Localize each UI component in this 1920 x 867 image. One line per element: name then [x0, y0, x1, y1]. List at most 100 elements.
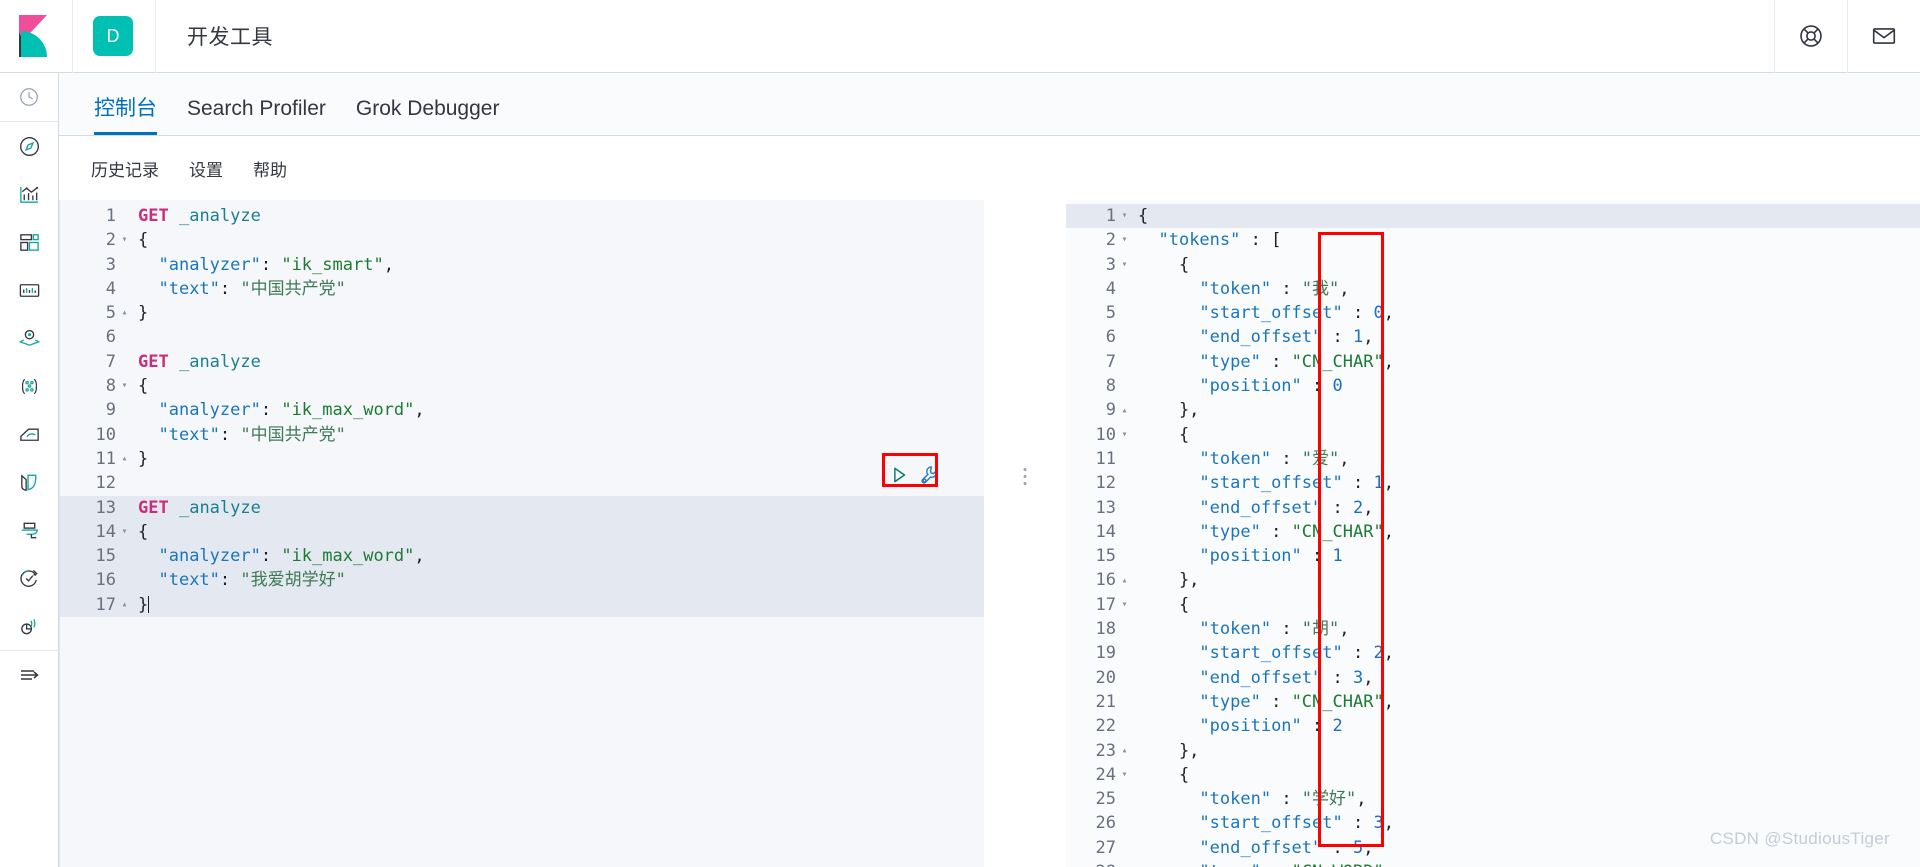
line-number: 15 — [95, 546, 116, 567]
code-line-text: "analyzer": "ik_smart", — [158, 254, 394, 275]
sidebar-item-discover[interactable] — [0, 122, 59, 170]
sidebar-item-uptime[interactable] — [0, 554, 59, 602]
tab-console[interactable]: 控制台 — [79, 98, 172, 135]
fold-toggle-icon[interactable]: ▾ — [120, 381, 129, 391]
envelope-icon — [1871, 23, 1897, 49]
submenu-settings[interactable]: 设置 — [179, 152, 233, 185]
code-line-text: "position" : 0 — [1199, 376, 1343, 397]
fold-toggle-icon[interactable]: ▾ — [120, 527, 129, 537]
sidebar-item-infrastructure[interactable] — [0, 410, 59, 458]
line-number: 21 — [1095, 691, 1116, 712]
request-code-lines[interactable]: 1 GET _analyze 2 ▾ {3 "analyzer": "ik_smart"… — [60, 200, 984, 618]
app-badge-container: D — [73, 0, 156, 73]
request-editor[interactable]: 1 GET _analyze 2 ▾ {3 "analyzer": "ik_smart"… — [59, 200, 984, 867]
fold-toggle-icon[interactable]: ▾ — [120, 235, 129, 245]
tab-search-profiler[interactable]: Search Profiler — [172, 98, 341, 135]
line-number: 17 ▾ — [1095, 594, 1129, 615]
request-line-row: 5 ▴} — [60, 301, 984, 325]
kibana-home-button[interactable] — [0, 0, 73, 73]
code-line-text: GET _analyze — [138, 206, 261, 226]
sidebar-item-dev-tools[interactable] — [0, 651, 59, 699]
fold-toggle-icon[interactable]: ▾ — [1120, 429, 1129, 440]
kibana-logo — [19, 15, 47, 57]
console-submenu: 历史记录 设置 帮助 — [59, 136, 1920, 200]
line-number: 3 — [105, 254, 116, 275]
line-number: 8 ▾ — [105, 376, 129, 397]
line-number: 25 — [1095, 789, 1116, 810]
submenu-help[interactable]: 帮助 — [243, 152, 297, 185]
fold-toggle-icon[interactable]: ▾ — [1120, 769, 1129, 780]
sidebar-item-logs[interactable] — [0, 458, 59, 506]
dev-tools-console-icon — [17, 663, 41, 687]
wrench-icon[interactable] — [919, 464, 941, 491]
help-button[interactable] — [1774, 0, 1847, 73]
code-line-text: { — [1138, 594, 1190, 615]
code-line-text: "start_offset" : 0, — [1199, 303, 1394, 324]
sidebar-item-maps[interactable] — [0, 314, 59, 362]
sidebar-item-machine-learning[interactable] — [0, 362, 59, 410]
line-number: 11 — [1095, 448, 1116, 469]
primary-nav-rail — [0, 73, 59, 867]
line-number: 14 — [1095, 521, 1116, 542]
code-line-text: "token" : "我", — [1199, 278, 1350, 299]
response-line-row: 14 "type" : "CN_CHAR", — [1066, 520, 1920, 544]
submenu-history[interactable]: 历史记录 — [81, 152, 169, 185]
code-line-text: "end_offset" : 2, — [1199, 497, 1374, 518]
fold-toggle-icon[interactable]: ▴ — [120, 454, 129, 464]
recently-viewed-clock-icon — [18, 86, 40, 108]
header-actions — [1774, 0, 1920, 73]
line-number: 11 ▴ — [95, 448, 129, 469]
mail-button[interactable] — [1847, 0, 1920, 73]
code-line-text: "text": "中国共产党" — [158, 424, 346, 445]
code-line-text: } — [138, 448, 149, 469]
response-line-row: 12 "start_offset" : 1, — [1066, 471, 1920, 495]
sidebar-item-apm[interactable] — [0, 506, 59, 554]
code-line-text: { — [1138, 764, 1190, 785]
fold-toggle-icon[interactable]: ▴ — [120, 308, 129, 318]
page-title: 开发工具 — [187, 26, 273, 49]
run-controls — [888, 464, 941, 491]
response-line-row: 20 "end_offset" : 3, — [1066, 666, 1920, 690]
code-line-text: }, — [1138, 400, 1200, 421]
fold-toggle-icon[interactable]: ▾ — [1120, 259, 1129, 270]
request-line-row: 13 GET _analyze — [60, 495, 984, 520]
resize-grip-icon[interactable] — [1023, 468, 1027, 485]
response-editor[interactable]: 1 ▾{2 ▾ "tokens" : [3 ▾ {4 "token" : "我", 5 … — [1066, 200, 1920, 867]
sidebar-item-visualize[interactable] — [0, 170, 59, 218]
code-line-text: { — [1138, 206, 1149, 226]
fold-toggle-icon[interactable]: ▴ — [1120, 575, 1129, 586]
pane-resize-divider[interactable] — [984, 200, 1066, 867]
sidebar-item-dashboard[interactable] — [0, 218, 59, 266]
code-line-text: "position" : 2 — [1199, 716, 1343, 737]
line-number: 23 ▴ — [1095, 740, 1129, 761]
response-line-row: 13 "end_offset" : 2, — [1066, 496, 1920, 520]
sidebar-item-recently-viewed[interactable] — [0, 73, 59, 121]
code-line-text: "start_offset" : 1, — [1199, 473, 1394, 494]
fold-toggle-icon[interactable]: ▾ — [1120, 211, 1129, 221]
code-line-text: "type" : "CN_WORD", — [1134, 860, 1920, 867]
tab-grok-debugger[interactable]: Grok Debugger — [341, 98, 515, 135]
code-line-text: { — [138, 521, 149, 542]
response-line-row: 1 ▾ { — [1066, 204, 1920, 229]
fold-toggle-icon[interactable]: ▴ — [1120, 405, 1129, 416]
play-triangle-icon[interactable] — [888, 464, 910, 491]
code-line-text: "text": "我爱胡学好" — [158, 570, 346, 591]
sidebar-item-canvas[interactable] — [0, 266, 59, 314]
line-number: 16 ▴ — [1095, 570, 1129, 591]
response-line-row: 9 ▴ }, — [1066, 398, 1920, 422]
response-code-lines: 1 ▾{2 ▾ "tokens" : [3 ▾ {4 "token" : "我", 5 … — [1066, 200, 1920, 867]
fold-toggle-icon[interactable]: ▾ — [1120, 235, 1129, 245]
sidebar-item-siem[interactable] — [0, 602, 59, 650]
response-line-row: 5 "start_offset" : 0, — [1066, 301, 1920, 325]
line-number: 4 — [1105, 278, 1116, 299]
app-badge: D — [93, 16, 133, 56]
body-row: 控制台 Search Profiler Grok Debugger 历史记录 设… — [0, 73, 1920, 867]
line-number: 27 — [1095, 837, 1116, 858]
fold-toggle-icon[interactable]: ▾ — [1120, 599, 1129, 610]
fold-toggle-icon[interactable]: ▴ — [120, 599, 129, 610]
line-number: 6 — [105, 327, 116, 348]
request-line-row: 10 "text": "中国共产党" — [60, 423, 984, 447]
fold-toggle-icon[interactable]: ▴ — [1120, 745, 1129, 756]
request-line-row: 9 "analyzer": "ik_max_word", — [60, 398, 984, 422]
code-line-text: "analyzer": "ik_max_word", — [158, 400, 425, 421]
